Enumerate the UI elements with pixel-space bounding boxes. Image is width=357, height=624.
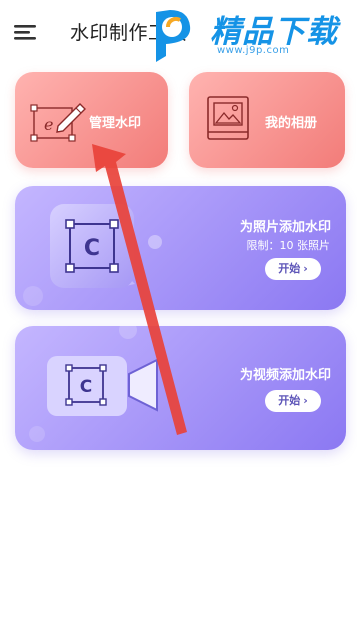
photo-start-button[interactable]: 开始 ›: [265, 258, 321, 280]
photo-watermark-tile: C: [50, 204, 134, 288]
svg-text:C: C: [80, 377, 92, 397]
photo-album-icon: [207, 96, 249, 140]
photo-limit-text: 限制：10 张照片: [246, 239, 331, 252]
my-album-label: 我的相册: [265, 116, 318, 131]
photo-watermark-icon: C: [65, 219, 119, 273]
video-camera-icon: C: [47, 356, 158, 416]
manage-watermark-card[interactable]: e 管理水印: [15, 72, 168, 168]
site-logo-icon: [156, 10, 191, 62]
chevron-right-icon: ›: [303, 262, 308, 275]
chevron-right-icon: ›: [303, 394, 308, 407]
edit-watermark-icon: e: [30, 103, 86, 142]
my-album-card[interactable]: 我的相册: [189, 72, 345, 168]
manage-watermark-label: 管理水印: [89, 116, 142, 131]
svg-text:C: C: [84, 236, 100, 261]
video-start-label: 开始: [278, 394, 301, 407]
svg-text:e: e: [44, 115, 53, 134]
photo-start-label: 开始: [278, 262, 301, 275]
menu-icon[interactable]: [14, 24, 36, 40]
photo-watermark-label: 为照片添加水印: [239, 220, 331, 235]
app-header: 水印制作工具 精品下载 www.j9p.com: [0, 0, 357, 62]
photo-watermark-card[interactable]: C 为照片添加水印 限制：10 张照片 开始 ›: [15, 186, 346, 310]
video-watermark-card[interactable]: C 为视频添加水印 开始 ›: [15, 326, 346, 450]
site-url-text: www.j9p.com: [217, 45, 290, 56]
video-start-button[interactable]: 开始 ›: [265, 390, 321, 412]
video-watermark-label: 为视频添加水印: [239, 368, 331, 383]
